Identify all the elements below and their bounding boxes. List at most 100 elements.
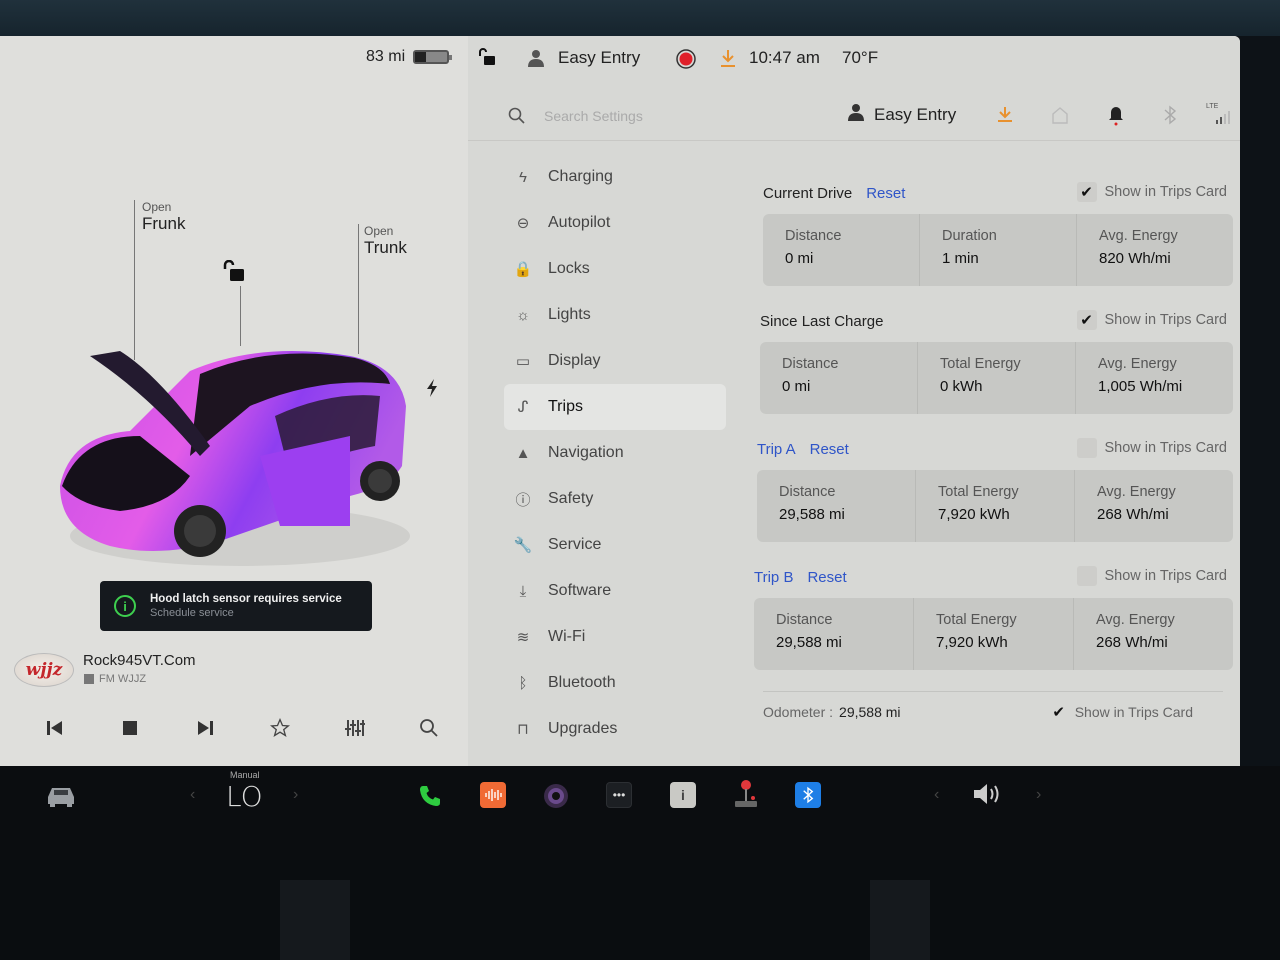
stat-label: Duration	[942, 228, 997, 244]
stat-value: 29,588 mi	[779, 506, 845, 523]
stop-icon[interactable]	[115, 713, 145, 743]
steering-wheel-icon: ⊖	[516, 215, 530, 232]
equalizer-icon[interactable]	[340, 713, 370, 743]
trunk-callout[interactable]: Open Trunk	[358, 224, 407, 354]
search-settings-input[interactable]	[544, 105, 784, 127]
download-icon[interactable]	[720, 49, 736, 74]
frunk-label: Frunk	[142, 214, 186, 233]
trunk-action: Open	[364, 224, 394, 238]
stat-avg-energy: Avg. Energy 268 Wh/mi	[1074, 598, 1233, 670]
software-download-icon[interactable]	[995, 105, 1015, 125]
climate-decrease-button[interactable]: ‹	[190, 786, 195, 804]
show-in-trips-card-toggle[interactable]: Show in Trips Card	[1076, 438, 1228, 458]
reset-button[interactable]: Reset	[810, 441, 849, 458]
status-bar: Easy Entry 10:47 am 70°F	[468, 36, 1240, 82]
settings-panel: Easy Entry 10:47 am 70°F Easy Entry	[468, 36, 1240, 766]
station-logo: wjjz	[14, 653, 74, 687]
nav-item-display[interactable]: ▭ Display	[504, 338, 726, 384]
reset-button[interactable]: Reset	[807, 569, 846, 586]
stat-value: 268 Wh/mi	[1096, 634, 1168, 651]
software-download-icon: ⤓	[519, 582, 527, 600]
odometer-show-in-trips-card[interactable]: ✔ Show in Trips Card	[1049, 702, 1193, 722]
audio-app-icon[interactable]	[480, 782, 506, 808]
bluetooth-icon[interactable]	[1160, 105, 1180, 125]
stat-value: 0 mi	[785, 250, 814, 267]
notification-bell-icon[interactable]	[1106, 105, 1126, 126]
nav-item-trips[interactable]: ᔑ Trips	[504, 384, 726, 430]
show-in-trips-card-label: Show in Trips Card	[1104, 440, 1228, 456]
stat-avg-energy: Avg. Energy 1,005 Wh/mi	[1076, 342, 1233, 414]
frunk-callout[interactable]: Open Frunk	[134, 200, 186, 360]
volume-icon[interactable]	[970, 780, 1004, 808]
lock-open-icon[interactable]	[478, 48, 496, 71]
unlock-icon[interactable]	[222, 259, 246, 282]
volume-increase-button[interactable]: ›	[1036, 786, 1041, 804]
profile-name: Easy Entry	[874, 104, 957, 124]
stat-value: 7,920 kWh	[938, 506, 1010, 523]
nav-item-label: Locks	[548, 260, 590, 277]
more-apps-icon[interactable]: •••	[606, 782, 632, 808]
nav-item-charging[interactable]: ϟ Charging	[504, 154, 726, 200]
stat-label: Total Energy	[938, 484, 1019, 500]
radio-icon	[84, 674, 94, 684]
service-alert[interactable]: i Hood latch sensor requires service Sch…	[100, 581, 372, 631]
car-model-image[interactable]	[50, 336, 420, 576]
nav-item-service[interactable]: 🔧 Service	[504, 522, 726, 568]
charge-port-icon[interactable]	[425, 379, 439, 397]
trip-stats: Distance 29,588 mi Total Energy 7,920 kW…	[757, 470, 1233, 542]
checkbox[interactable]	[1076, 438, 1097, 458]
person-icon	[528, 49, 544, 72]
stat-label: Avg. Energy	[1096, 612, 1175, 628]
camera-icon[interactable]	[542, 782, 570, 810]
nav-item-lights[interactable]: ☼ Lights	[504, 292, 726, 338]
schedule-service-link[interactable]: Schedule service	[150, 607, 342, 619]
stat-label: Avg. Energy	[1097, 484, 1176, 500]
next-icon[interactable]	[190, 713, 220, 743]
nav-item-wi-fi[interactable]: ≋ Wi-Fi	[504, 614, 726, 660]
checkbox[interactable]: ✔	[1076, 182, 1097, 202]
show-in-trips-card-label: Show in Trips Card	[1104, 568, 1228, 584]
trip-section-trip-b: Trip B Reset Show in Trips Card Distance …	[754, 560, 1233, 688]
dashcam-record-icon[interactable]	[676, 49, 696, 74]
checkbox-odometer[interactable]: ✔	[1049, 702, 1069, 722]
notepad-icon[interactable]: i	[670, 782, 696, 808]
arcade-joystick-icon[interactable]	[732, 778, 760, 810]
stat-value: 0 kWh	[940, 378, 983, 395]
checkbox[interactable]: ✔	[1076, 310, 1097, 330]
nav-item-label: Wi-Fi	[548, 628, 586, 645]
stat-value: 29,588 mi	[776, 634, 842, 651]
navigation-icon: ▲	[515, 444, 531, 462]
console-slot	[870, 880, 930, 960]
homelink-icon[interactable]	[1050, 105, 1070, 125]
profile-button[interactable]: Easy Entry	[848, 103, 956, 126]
nav-item-software[interactable]: ⤓ Software	[504, 568, 726, 614]
climate-increase-button[interactable]: ›	[293, 786, 298, 804]
nav-item-bluetooth[interactable]: ᛒ Bluetooth	[504, 660, 726, 706]
stat-total-energy: Total Energy 7,920 kWh	[914, 598, 1074, 670]
nav-item-autopilot[interactable]: ⊖ Autopilot	[504, 200, 726, 246]
volume-decrease-button[interactable]: ‹	[934, 786, 939, 804]
media-search-icon[interactable]	[414, 713, 444, 743]
reset-button[interactable]: Reset	[866, 185, 905, 202]
nav-item-locks[interactable]: 🔒 Locks	[504, 246, 726, 292]
battery-fill	[415, 52, 427, 62]
show-in-trips-card-toggle[interactable]: ✔ Show in Trips Card	[1076, 182, 1227, 202]
previous-icon[interactable]	[40, 713, 70, 743]
bluetooth-app-icon[interactable]	[795, 782, 821, 808]
search-icon[interactable]	[508, 107, 526, 125]
taskbar: ‹ Manual LO › ••• i ‹ ›	[0, 766, 1280, 860]
nav-item-safety[interactable]: ⓘ Safety	[504, 476, 726, 522]
nav-item-navigation[interactable]: ▲ Navigation	[504, 430, 726, 476]
status-profile[interactable]: Easy Entry	[558, 48, 640, 68]
car-icon[interactable]	[44, 782, 78, 810]
checkbox[interactable]	[1076, 566, 1097, 586]
stat-distance: Distance 0 mi	[763, 214, 920, 286]
stat-label: Total Energy	[936, 612, 1017, 628]
show-in-trips-card-toggle[interactable]: Show in Trips Card	[1076, 566, 1228, 586]
nav-item-upgrades[interactable]: ⊓ Upgrades	[504, 706, 726, 752]
climate-temperature[interactable]: LO	[226, 780, 263, 813]
show-in-trips-card-toggle[interactable]: ✔ Show in Trips Card	[1076, 310, 1227, 330]
range-text: 83 mi	[366, 48, 406, 65]
favorite-icon[interactable]	[265, 713, 295, 743]
phone-icon[interactable]	[416, 782, 444, 810]
